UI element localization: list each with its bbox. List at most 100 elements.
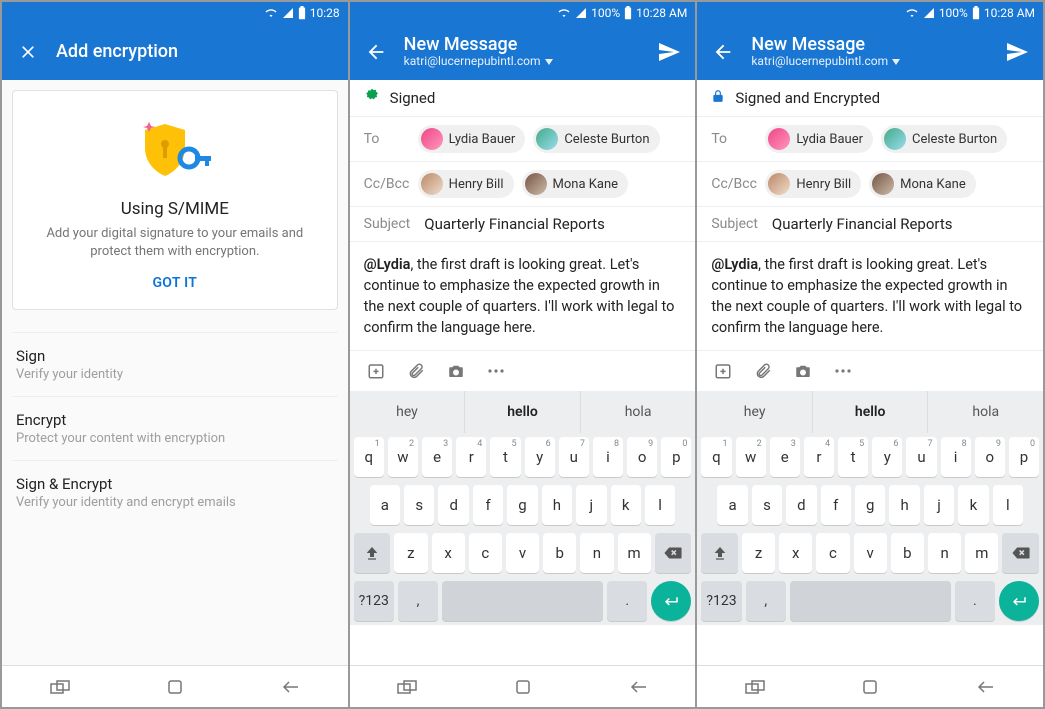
- back-icon[interactable]: [276, 673, 304, 701]
- key-d[interactable]: d: [438, 485, 468, 525]
- backspace-key[interactable]: [655, 533, 692, 573]
- recipient-chip[interactable]: Henry Bill: [765, 170, 861, 198]
- send-icon[interactable]: [655, 38, 683, 66]
- key-l[interactable]: l: [645, 485, 675, 525]
- recipient-chip[interactable]: Celeste Burton: [881, 125, 1007, 153]
- recent-apps-icon[interactable]: [741, 673, 769, 701]
- cc-row[interactable]: Cc/Bcc Henry Bill Mona Kane: [350, 162, 696, 207]
- recipient-chip[interactable]: Mona Kane: [869, 170, 976, 198]
- key-p[interactable]: p0: [1009, 437, 1039, 477]
- key-r[interactable]: r4: [804, 437, 834, 477]
- home-icon[interactable]: [161, 673, 189, 701]
- camera-icon[interactable]: [446, 361, 466, 381]
- comma-key[interactable]: ,: [746, 581, 786, 621]
- back-arrow-icon[interactable]: [709, 38, 737, 66]
- account-selector[interactable]: katri@lucernepubintl.com: [751, 55, 989, 69]
- key-u[interactable]: u7: [559, 437, 589, 477]
- key-j[interactable]: j: [924, 485, 954, 525]
- option-sign-encrypt[interactable]: Sign & Encrypt Verify your identity and …: [12, 460, 338, 524]
- more-icon[interactable]: [833, 361, 853, 381]
- subject-row[interactable]: Subject Quarterly Financial Reports: [350, 207, 696, 242]
- key-r[interactable]: r4: [456, 437, 486, 477]
- key-x[interactable]: x: [779, 533, 812, 573]
- security-status-row[interactable]: Signed: [350, 80, 696, 117]
- key-i[interactable]: i8: [593, 437, 623, 477]
- key-z[interactable]: z: [394, 533, 427, 573]
- spacebar-key[interactable]: [790, 581, 951, 621]
- key-n[interactable]: n: [580, 533, 613, 573]
- recipient-chip[interactable]: Lydia Bauer: [418, 125, 526, 153]
- recent-apps-icon[interactable]: [46, 673, 74, 701]
- recipient-chip[interactable]: Henry Bill: [418, 170, 514, 198]
- key-i[interactable]: i8: [941, 437, 971, 477]
- key-y[interactable]: y6: [872, 437, 902, 477]
- key-w[interactable]: w2: [388, 437, 418, 477]
- suggestion[interactable]: hola: [928, 391, 1043, 433]
- backspace-key[interactable]: [1002, 533, 1039, 573]
- key-u[interactable]: u7: [906, 437, 936, 477]
- key-s[interactable]: s: [404, 485, 434, 525]
- key-v[interactable]: v: [506, 533, 539, 573]
- numsym-key[interactable]: ?123: [701, 581, 741, 621]
- option-encrypt[interactable]: Encrypt Protect your content with encryp…: [12, 396, 338, 460]
- account-selector[interactable]: katri@lucernepubintl.com: [404, 55, 642, 69]
- suggestion[interactable]: hello: [465, 391, 581, 433]
- message-body-input[interactable]: @Lydia, the first draft is looking great…: [697, 242, 1043, 350]
- attach-icon[interactable]: [753, 361, 773, 381]
- cc-row[interactable]: Cc/Bcc Henry Bill Mona Kane: [697, 162, 1043, 207]
- shift-key[interactable]: [701, 533, 738, 573]
- key-t[interactable]: t5: [838, 437, 868, 477]
- key-h[interactable]: h: [889, 485, 919, 525]
- home-icon[interactable]: [856, 673, 884, 701]
- key-q[interactable]: q1: [354, 437, 384, 477]
- enter-key[interactable]: [651, 581, 691, 621]
- back-icon[interactable]: [624, 673, 652, 701]
- key-a[interactable]: a: [717, 485, 747, 525]
- suggestion[interactable]: hola: [581, 391, 696, 433]
- key-y[interactable]: y6: [525, 437, 555, 477]
- numsym-key[interactable]: ?123: [354, 581, 394, 621]
- spacebar-key[interactable]: [442, 581, 603, 621]
- key-d[interactable]: d: [786, 485, 816, 525]
- key-j[interactable]: j: [576, 485, 606, 525]
- got-it-button[interactable]: GOT IT: [29, 275, 321, 291]
- security-status-row[interactable]: Signed and Encrypted: [697, 80, 1043, 117]
- recipient-chip[interactable]: Celeste Burton: [533, 125, 659, 153]
- key-l[interactable]: l: [993, 485, 1023, 525]
- message-body-input[interactable]: @Lydia, the first draft is looking great…: [350, 242, 696, 350]
- recent-apps-icon[interactable]: [393, 673, 421, 701]
- comma-key[interactable]: ,: [398, 581, 438, 621]
- recipient-chip[interactable]: Lydia Bauer: [765, 125, 873, 153]
- suggestion[interactable]: hello: [813, 391, 929, 433]
- recipient-chip[interactable]: Mona Kane: [522, 170, 629, 198]
- option-sign[interactable]: Sign Verify your identity: [12, 332, 338, 396]
- key-c[interactable]: c: [469, 533, 502, 573]
- suggestion[interactable]: hey: [350, 391, 466, 433]
- send-icon[interactable]: [1003, 38, 1031, 66]
- key-o[interactable]: o9: [975, 437, 1005, 477]
- key-c[interactable]: c: [816, 533, 849, 573]
- calendar-add-icon[interactable]: [713, 361, 733, 381]
- key-f[interactable]: f: [821, 485, 851, 525]
- key-w[interactable]: w2: [736, 437, 766, 477]
- camera-icon[interactable]: [793, 361, 813, 381]
- key-v[interactable]: v: [854, 533, 887, 573]
- key-g[interactable]: g: [507, 485, 537, 525]
- key-x[interactable]: x: [432, 533, 465, 573]
- key-g[interactable]: g: [855, 485, 885, 525]
- close-icon[interactable]: [14, 38, 42, 66]
- attach-icon[interactable]: [406, 361, 426, 381]
- back-arrow-icon[interactable]: [362, 38, 390, 66]
- key-q[interactable]: q1: [701, 437, 731, 477]
- home-icon[interactable]: [509, 673, 537, 701]
- enter-key[interactable]: [999, 581, 1039, 621]
- key-t[interactable]: t5: [490, 437, 520, 477]
- key-e[interactable]: e3: [422, 437, 452, 477]
- key-n[interactable]: n: [928, 533, 961, 573]
- to-row[interactable]: To Lydia Bauer Celeste Burton: [697, 117, 1043, 162]
- subject-row[interactable]: Subject Quarterly Financial Reports: [697, 207, 1043, 242]
- back-icon[interactable]: [971, 673, 999, 701]
- key-b[interactable]: b: [543, 533, 576, 573]
- key-m[interactable]: m: [618, 533, 651, 573]
- key-z[interactable]: z: [742, 533, 775, 573]
